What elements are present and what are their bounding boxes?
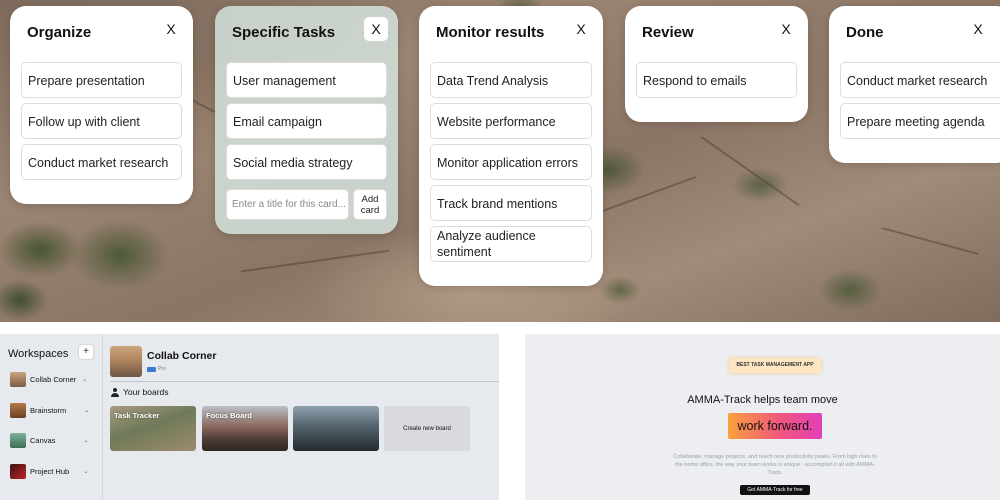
task-card[interactable]: Prepare meeting agenda bbox=[840, 103, 1000, 139]
create-board-button[interactable]: Create new board bbox=[384, 406, 470, 451]
divider bbox=[110, 381, 499, 382]
chevron-down-icon[interactable]: ⌄ bbox=[84, 407, 89, 414]
your-boards-label: Your boards bbox=[123, 387, 169, 397]
board-thumbnail bbox=[110, 346, 142, 377]
workspace-label: Brainstorm bbox=[30, 405, 67, 415]
plan-badge-label: Pro bbox=[158, 366, 166, 372]
workspace-thumbnail bbox=[10, 463, 26, 479]
workspace-item[interactable]: Project Hub ⌄ bbox=[10, 463, 88, 479]
task-card[interactable]: Analyze audience sentiment bbox=[430, 226, 592, 262]
get-started-button[interactable]: Get AMMA-Track for free bbox=[740, 485, 810, 495]
workspace-label: Project Hub bbox=[30, 466, 70, 476]
column-monitor-results: Monitor results X Data Trend Analysis We… bbox=[419, 6, 603, 286]
task-card[interactable]: Respond to emails bbox=[636, 62, 797, 98]
promo-headline: AMMA-Track helps team move bbox=[687, 394, 838, 406]
chevron-down-icon[interactable]: ⌄ bbox=[83, 468, 88, 475]
column-organize: Organize X Prepare presentation Follow u… bbox=[10, 6, 193, 204]
task-card[interactable]: Social media strategy bbox=[226, 144, 387, 180]
divider bbox=[102, 334, 103, 500]
terrain-ridge bbox=[240, 249, 390, 273]
terrain-ridge bbox=[700, 135, 800, 207]
plan-badge-icon bbox=[147, 366, 156, 372]
workspace-thumbnail bbox=[10, 402, 26, 418]
plan-badge: Pro bbox=[147, 366, 166, 372]
workspace-thumbnail bbox=[10, 432, 26, 448]
column-title: Monitor results bbox=[436, 24, 545, 41]
promo-description: Collaborate, manage projects, and reach … bbox=[673, 454, 877, 476]
task-card[interactable]: Follow up with client bbox=[21, 103, 182, 139]
column-title: Organize bbox=[27, 24, 92, 41]
board-tile-label: Task Tracker bbox=[114, 411, 160, 420]
task-card[interactable]: Prepare presentation bbox=[21, 62, 182, 98]
your-boards-heading: Your boards bbox=[111, 387, 169, 397]
close-icon[interactable]: X bbox=[966, 17, 990, 41]
user-icon bbox=[111, 387, 119, 397]
chevron-down-icon[interactable]: ⌄ bbox=[82, 376, 87, 383]
terrain-ridge bbox=[881, 227, 979, 255]
add-workspace-button[interactable]: + bbox=[79, 345, 93, 359]
kanban-hero: Organize X Prepare presentation Follow u… bbox=[0, 0, 1000, 322]
add-card-button[interactable]: Add card bbox=[353, 189, 387, 220]
task-card[interactable]: Conduct market research bbox=[21, 144, 182, 180]
board-tile-label: Focus Board bbox=[206, 411, 252, 420]
column-title: Done bbox=[846, 24, 884, 41]
task-card[interactable]: Data Trend Analysis bbox=[430, 62, 592, 98]
board-title: Collab Corner bbox=[147, 350, 217, 362]
workspace-label: Canvas bbox=[30, 435, 56, 445]
board-tile-photo[interactable] bbox=[293, 406, 379, 451]
card-title-input[interactable]: Enter a title for this card... bbox=[226, 189, 349, 220]
workspace-item[interactable]: Brainstorm ⌄ bbox=[10, 402, 89, 418]
close-icon[interactable]: X bbox=[364, 17, 388, 41]
task-card[interactable]: Website performance bbox=[430, 103, 592, 139]
workspace-thumbnail bbox=[10, 371, 26, 387]
task-card[interactable]: Conduct market research bbox=[840, 62, 1000, 98]
workspace-item[interactable]: Collab Corner ⌄ bbox=[10, 371, 87, 387]
board-tile-task-tracker[interactable]: Task Tracker bbox=[110, 406, 196, 451]
workspace-label: Collab Corner bbox=[30, 374, 77, 384]
column-done: Done X Conduct market research Prepare m… bbox=[829, 6, 1000, 163]
task-card[interactable]: Email campaign bbox=[226, 103, 387, 139]
task-card[interactable]: User management bbox=[226, 62, 387, 98]
workspace-panel: Workspaces + Collab Corner ⌄ Brainstorm … bbox=[0, 334, 499, 500]
add-card-row: Enter a title for this card... Add card bbox=[226, 189, 387, 220]
column-title: Specific Tasks bbox=[232, 24, 336, 41]
promo-highlight: work forward. bbox=[728, 413, 822, 439]
close-icon[interactable]: X bbox=[774, 17, 798, 41]
column-title: Review bbox=[642, 24, 694, 41]
task-card[interactable]: Track brand mentions bbox=[430, 185, 592, 221]
promo-tag: BEST TASK MANAGEMENT APP bbox=[729, 358, 821, 373]
close-icon[interactable]: X bbox=[569, 17, 593, 41]
column-specific-tasks: Specific Tasks X User management Email c… bbox=[215, 6, 398, 234]
task-card[interactable]: Monitor application errors bbox=[430, 144, 592, 180]
chevron-down-icon[interactable]: ⌄ bbox=[83, 437, 88, 444]
workspaces-heading: Workspaces bbox=[8, 348, 69, 360]
column-review: Review X Respond to emails bbox=[625, 6, 808, 122]
workspace-item[interactable]: Canvas ⌄ bbox=[10, 432, 88, 448]
promo-panel: BEST TASK MANAGEMENT APP AMMA-Track help… bbox=[525, 334, 1000, 500]
board-tile-focus-board[interactable]: Focus Board bbox=[202, 406, 288, 451]
close-icon[interactable]: X bbox=[159, 17, 183, 41]
